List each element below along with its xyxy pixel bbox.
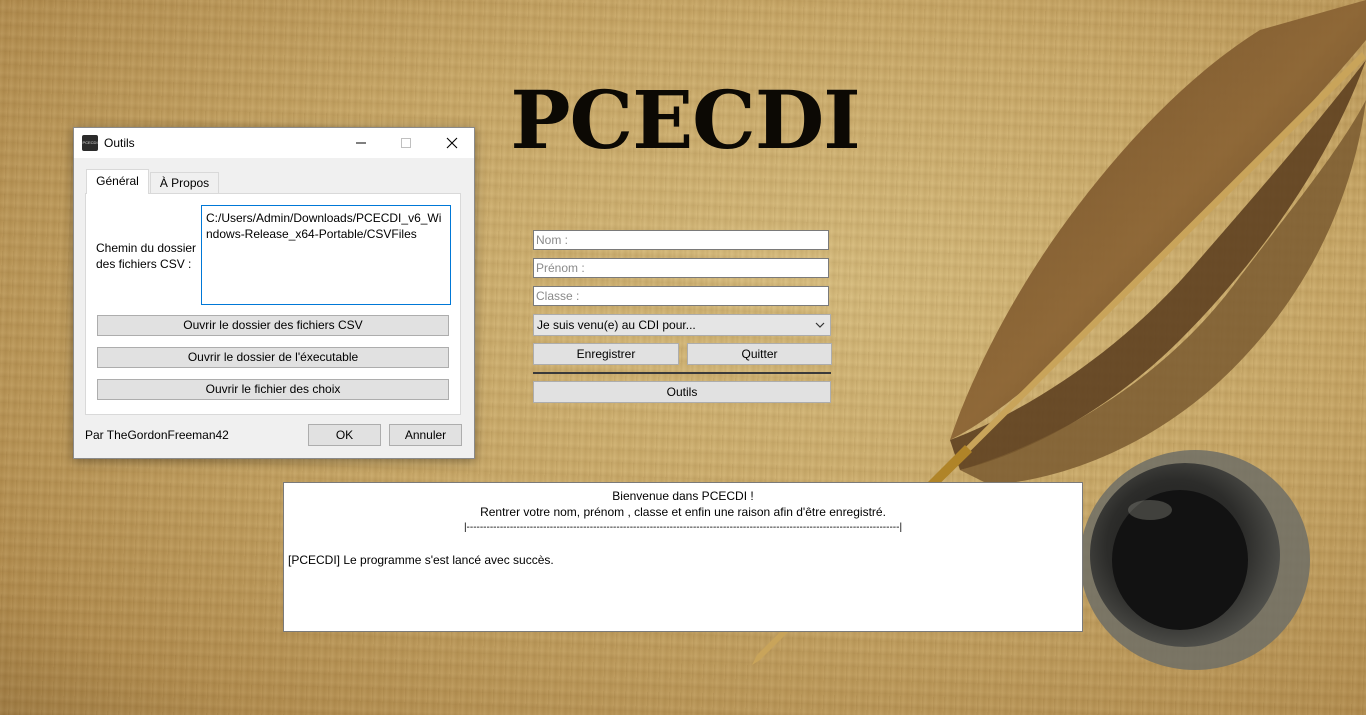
close-icon	[446, 137, 458, 149]
log-instructions: Rentrer votre nom, prénom , classe et en…	[480, 505, 886, 519]
log-message: [PCECDI] Le programme s'est lancé avec s…	[288, 553, 554, 567]
log-welcome: Bienvenue dans PCECDI !	[612, 489, 754, 503]
prenom-input[interactable]: Prénom :	[533, 258, 829, 278]
tab-general[interactable]: Général	[86, 169, 149, 194]
csv-path-label: Chemin du dossier des fichiers CSV :	[96, 241, 197, 271]
minimize-button[interactable]	[338, 128, 383, 158]
reason-select-value: Je suis venu(e) au CDI pour...	[537, 318, 696, 332]
dialog-titlebar[interactable]: PCECDI Outils	[74, 128, 474, 158]
author-credit: Par TheGordonFreeman42	[85, 428, 229, 442]
cancel-button[interactable]: Annuler	[389, 424, 462, 446]
minimize-icon	[356, 142, 366, 144]
open-exe-folder-button[interactable]: Ouvrir le dossier de l'éxecutable	[97, 347, 449, 368]
register-button[interactable]: Enregistrer	[533, 343, 679, 365]
ok-button[interactable]: OK	[308, 424, 381, 446]
close-button[interactable]	[429, 128, 474, 158]
open-csv-folder-button[interactable]: Ouvrir le dossier des fichiers CSV	[97, 315, 449, 336]
maximize-icon	[401, 138, 411, 148]
quit-button[interactable]: Quitter	[687, 343, 832, 365]
app-title: PCECDI	[510, 73, 860, 167]
csv-path-field[interactable]: C:/Users/Admin/Downloads/PCECDI_v6_Windo…	[201, 205, 451, 305]
log-panel[interactable]: Bienvenue dans PCECDI ! Rentrer votre no…	[283, 482, 1083, 632]
chevron-down-icon	[815, 322, 825, 328]
form-separator	[533, 372, 831, 374]
app-icon: PCECDI	[82, 135, 98, 151]
open-choices-file-button[interactable]: Ouvrir le fichier des choix	[97, 379, 449, 400]
maximize-button[interactable]	[383, 128, 428, 158]
classe-input[interactable]: Classe :	[533, 286, 829, 306]
log-separator: |---------------------------------------…	[463, 522, 903, 533]
app-window: PCECDI Nom : Prénom : Classe : Je suis v…	[0, 0, 1366, 715]
tools-button[interactable]: Outils	[533, 381, 831, 403]
nom-input[interactable]: Nom :	[533, 230, 829, 250]
dialog-title: Outils	[104, 136, 135, 150]
tab-a-propos[interactable]: À Propos	[150, 172, 219, 194]
reason-select[interactable]: Je suis venu(e) au CDI pour...	[533, 314, 831, 336]
